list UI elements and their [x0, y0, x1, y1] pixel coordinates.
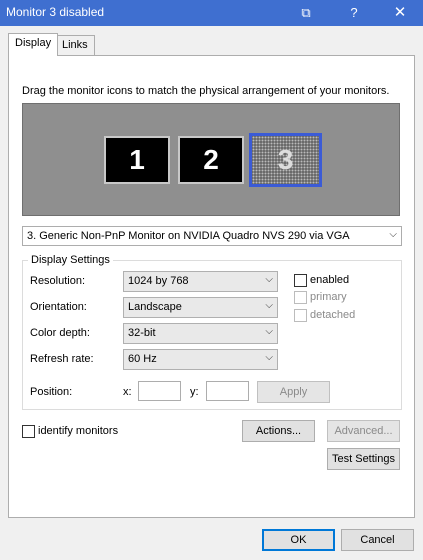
title-bar: Monitor 3 disabled ⧉ ? ✕ [0, 0, 423, 26]
cancel-button[interactable]: Cancel [341, 529, 414, 551]
monitor-3-icon[interactable]: 3 [249, 133, 322, 187]
advanced-button[interactable]: Advanced... [327, 420, 400, 442]
primary-checkbox[interactable] [294, 291, 307, 304]
identify-monitors-checkbox[interactable] [22, 425, 35, 438]
refresh-rate-label: Refresh rate: [30, 353, 94, 365]
ok-button[interactable]: OK [262, 529, 335, 551]
color-depth-select[interactable]: 32-bit ⌵ [123, 323, 278, 344]
detached-checkbox[interactable] [294, 309, 307, 322]
apply-button[interactable]: Apply [257, 381, 330, 403]
orientation-value: Landscape [128, 301, 182, 313]
position-y-label: y: [190, 386, 199, 398]
monitor-select[interactable]: 3. Generic Non-PnP Monitor on NVIDIA Qua… [22, 226, 402, 246]
chevron-down-icon: ⌵ [389, 229, 397, 240]
position-label: Position: [30, 386, 73, 398]
detached-label: detached [310, 309, 356, 321]
resolution-select[interactable]: 1024 by 768 ⌵ [123, 271, 278, 292]
display-settings-label: Display Settings [28, 254, 113, 266]
restore-icon[interactable]: ⧉ [286, 0, 326, 26]
color-depth-value: 32-bit [128, 327, 156, 339]
color-depth-label: Color depth: [30, 327, 90, 339]
chevron-down-icon: ⌵ [265, 300, 273, 311]
resolution-label: Resolution: [30, 275, 86, 287]
monitor-2-icon[interactable]: 2 [178, 136, 244, 184]
position-y-input[interactable] [206, 381, 249, 401]
resolution-value: 1024 by 768 [128, 275, 189, 287]
chevron-down-icon: ⌵ [265, 352, 273, 363]
refresh-rate-select[interactable]: 60 Hz ⌵ [123, 349, 278, 370]
tab-display[interactable]: Display [8, 33, 59, 56]
orientation-select[interactable]: Landscape ⌵ [123, 297, 278, 318]
identify-monitors-label: identify monitors [38, 425, 119, 437]
monitor-1-icon[interactable]: 1 [104, 136, 170, 184]
monitor-select-value: 3. Generic Non-PnP Monitor on NVIDIA Qua… [27, 230, 350, 242]
chevron-down-icon: ⌵ [265, 326, 273, 337]
arrangement-instruction: Drag the monitor icons to match the phys… [22, 85, 390, 97]
help-button[interactable]: ? [334, 0, 374, 26]
position-x-label: x: [123, 386, 132, 398]
actions-button[interactable]: Actions... [242, 420, 315, 442]
enabled-label: enabled [310, 274, 350, 286]
primary-label: primary [310, 291, 347, 303]
test-settings-button[interactable]: Test Settings [327, 448, 400, 470]
position-x-input[interactable] [138, 381, 181, 401]
enabled-checkbox[interactable] [294, 274, 307, 287]
close-button[interactable]: ✕ [380, 0, 420, 26]
tab-links[interactable]: Links [55, 35, 95, 55]
refresh-rate-value: 60 Hz [128, 353, 157, 365]
chevron-down-icon: ⌵ [265, 274, 273, 285]
orientation-label: Orientation: [30, 301, 87, 313]
window-title: Monitor 3 disabled [6, 5, 105, 19]
